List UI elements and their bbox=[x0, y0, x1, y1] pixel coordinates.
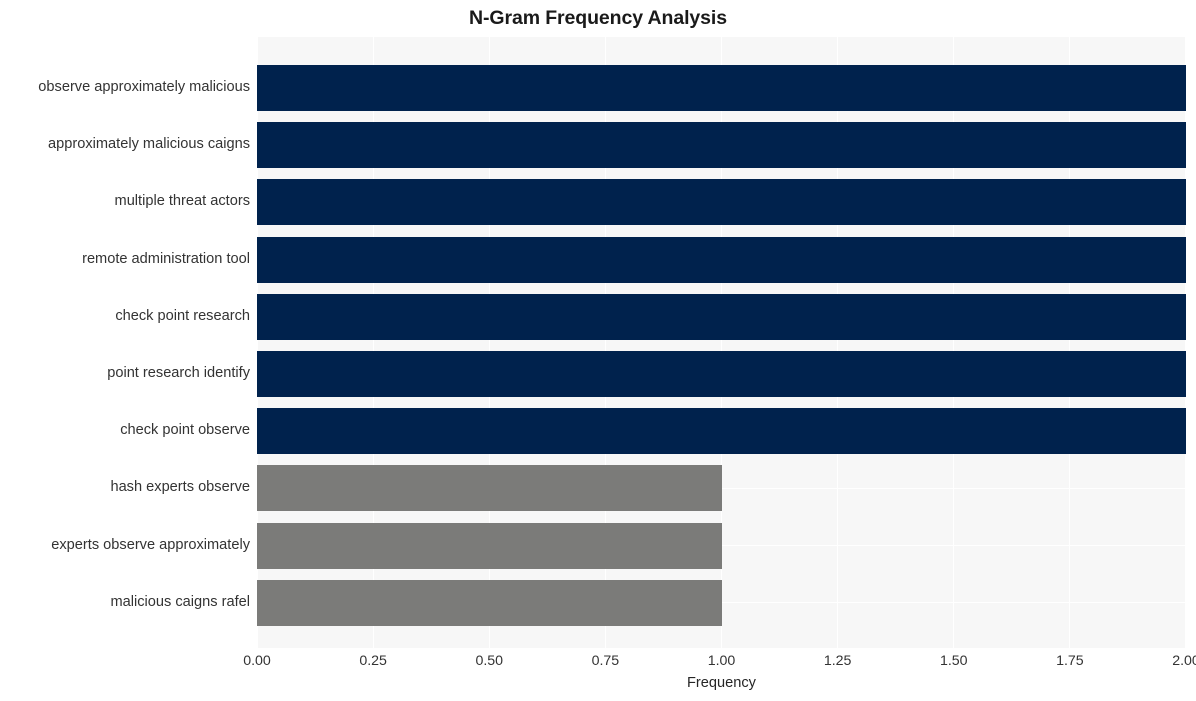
bar bbox=[257, 236, 1186, 283]
x-axis-tick-label: 0.75 bbox=[591, 653, 620, 669]
y-axis-tick-label: experts observe approximately bbox=[51, 536, 250, 553]
bar bbox=[257, 579, 722, 626]
x-axis-tick-labels: 0.00 0.25 0.50 0.75 1.00 1.25 1.50 1.75 2.00 bbox=[243, 652, 1196, 672]
bar bbox=[257, 65, 1186, 111]
page-title: N-Gram Frequency Analysis bbox=[469, 7, 727, 29]
y-axis-tick-labels: observe approximately malicious approxima… bbox=[0, 37, 250, 648]
bar bbox=[257, 465, 722, 512]
y-axis-tick-label: approximately malicious caigns bbox=[48, 136, 250, 153]
x-axis-tick-label: 1.00 bbox=[707, 653, 736, 669]
y-axis-tick-label: hash experts observe bbox=[110, 479, 250, 496]
y-axis-tick-label: observe approximately malicious bbox=[38, 79, 250, 95]
y-axis-tick-label: point research identify bbox=[107, 365, 250, 381]
chart-figure: N-Gram Frequency Analysis observe approx… bbox=[0, 0, 1196, 701]
bar bbox=[257, 351, 1186, 397]
x-axis-tick-label: 1.25 bbox=[823, 653, 852, 669]
x-axis-tick-label: 1.75 bbox=[1056, 653, 1084, 669]
x-axis-tick-label: 0.25 bbox=[359, 653, 387, 669]
bar bbox=[257, 522, 722, 569]
bar bbox=[257, 408, 1186, 455]
y-axis-tick-label: check point research bbox=[115, 307, 250, 324]
x-axis-tick-label: 2.00 bbox=[1172, 653, 1196, 669]
bar bbox=[257, 122, 1186, 169]
x-axis-tick-label: 0.50 bbox=[475, 653, 504, 669]
y-axis-tick-label: malicious caigns rafel bbox=[110, 593, 250, 610]
y-axis-tick-label: check point observe bbox=[120, 422, 250, 439]
bar bbox=[257, 179, 1186, 226]
bar bbox=[257, 293, 1186, 340]
x-axis-tick-label: 0.00 bbox=[243, 653, 271, 669]
y-axis-tick-label: remote administration tool bbox=[82, 250, 250, 267]
plot-area bbox=[256, 37, 1187, 648]
x-axis-label: Frequency bbox=[687, 675, 756, 691]
y-axis-tick-label: multiple threat actors bbox=[114, 193, 250, 210]
x-axis-tick-label: 1.50 bbox=[939, 653, 968, 669]
